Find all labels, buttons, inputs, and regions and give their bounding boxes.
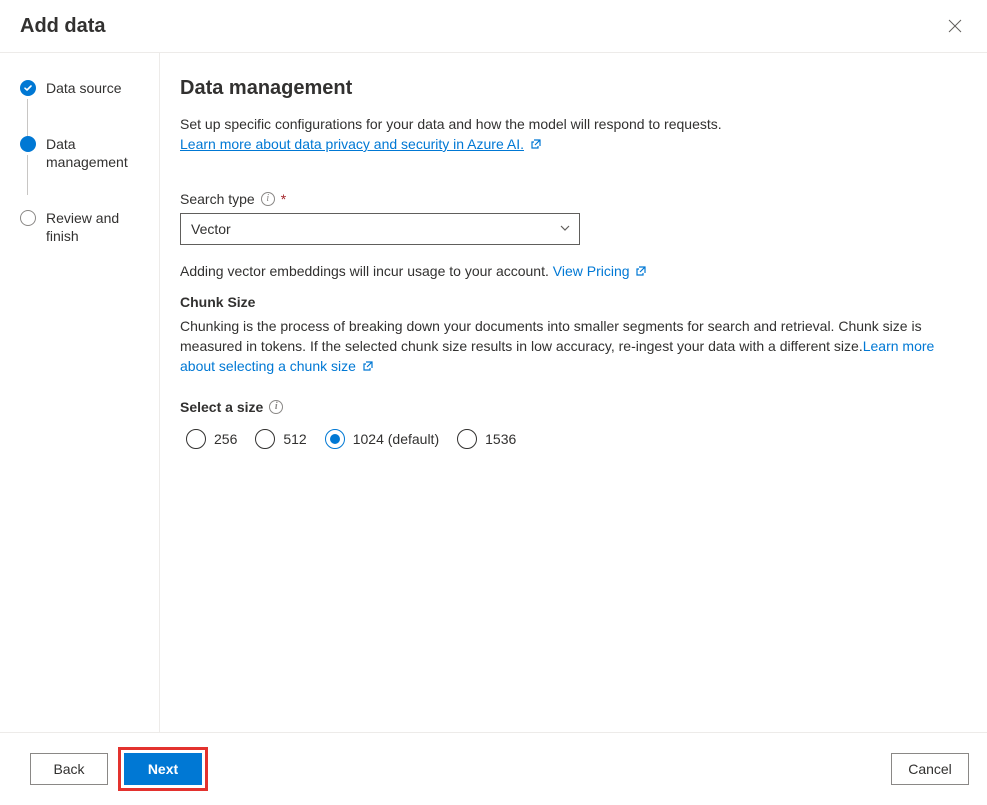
footer-right: Cancel bbox=[891, 753, 969, 785]
dialog-header: Add data bbox=[0, 0, 987, 53]
wizard-sidebar: Data source Data management Review and f… bbox=[0, 53, 160, 732]
vector-hint-text: Adding vector embeddings will incur usag… bbox=[180, 263, 553, 279]
step-connector bbox=[27, 99, 28, 139]
add-data-dialog: Add data Data source Data management bbox=[0, 0, 987, 805]
search-type-select[interactable]: Vector bbox=[180, 213, 580, 245]
chunk-body-text: Chunking is the process of breaking down… bbox=[180, 318, 922, 354]
close-icon[interactable] bbox=[943, 14, 967, 38]
radio-label: 1536 bbox=[485, 431, 516, 447]
dialog-body: Data source Data management Review and f… bbox=[0, 53, 987, 732]
step-connector bbox=[27, 155, 28, 195]
external-link-icon bbox=[530, 135, 542, 155]
learn-more-privacy-link[interactable]: Learn more about data privacy and securi… bbox=[180, 136, 524, 152]
step-label: Data source bbox=[46, 79, 121, 97]
step-pending-icon bbox=[20, 210, 36, 226]
back-button[interactable]: Back bbox=[30, 753, 108, 785]
radio-256[interactable]: 256 bbox=[186, 429, 237, 449]
dialog-title: Add data bbox=[20, 15, 106, 38]
dialog-footer: Back Next Cancel bbox=[0, 732, 987, 805]
radio-label: 1024 (default) bbox=[353, 431, 439, 447]
radio-label: 512 bbox=[283, 431, 306, 447]
vector-usage-hint: Adding vector embeddings will incur usag… bbox=[180, 263, 971, 280]
info-icon[interactable]: i bbox=[269, 400, 283, 414]
step-label: Data management bbox=[46, 135, 149, 171]
external-link-icon bbox=[635, 264, 647, 280]
chunk-size-radio-group: 256 512 1024 (default) 1536 bbox=[180, 429, 971, 449]
chunk-size-heading: Chunk Size bbox=[180, 294, 971, 310]
next-button-highlight: Next bbox=[118, 747, 208, 791]
next-button[interactable]: Next bbox=[124, 753, 202, 785]
step-done-icon bbox=[20, 80, 36, 96]
wizard-steps: Data source Data management Review and f… bbox=[20, 79, 149, 245]
radio-label: 256 bbox=[214, 431, 237, 447]
radio-1536[interactable]: 1536 bbox=[457, 429, 516, 449]
step-data-source[interactable]: Data source bbox=[20, 79, 149, 97]
external-link-icon bbox=[362, 357, 374, 377]
search-type-label-text: Search type bbox=[180, 191, 255, 207]
radio-512[interactable]: 512 bbox=[255, 429, 306, 449]
step-current-icon bbox=[20, 136, 36, 152]
page-description: Set up specific configurations for your … bbox=[180, 114, 971, 134]
select-size-label: Select a size i bbox=[180, 399, 971, 415]
view-pricing-link[interactable]: View Pricing bbox=[553, 263, 630, 279]
radio-1024[interactable]: 1024 (default) bbox=[325, 429, 439, 449]
search-type-value: Vector bbox=[191, 221, 231, 237]
search-type-label: Search type i * bbox=[180, 191, 971, 207]
page-title: Data management bbox=[180, 77, 971, 100]
select-size-label-text: Select a size bbox=[180, 399, 263, 415]
chevron-down-icon bbox=[559, 221, 571, 237]
wizard-main: Data management Set up specific configur… bbox=[160, 53, 987, 732]
footer-left: Back Next bbox=[30, 747, 208, 791]
chunk-size-body: Chunking is the process of breaking down… bbox=[180, 316, 971, 377]
step-label: Review and finish bbox=[46, 209, 149, 245]
step-data-management[interactable]: Data management bbox=[20, 135, 149, 171]
cancel-button[interactable]: Cancel bbox=[891, 753, 969, 785]
required-asterisk: * bbox=[281, 191, 286, 207]
step-review-finish[interactable]: Review and finish bbox=[20, 209, 149, 245]
info-icon[interactable]: i bbox=[261, 192, 275, 206]
